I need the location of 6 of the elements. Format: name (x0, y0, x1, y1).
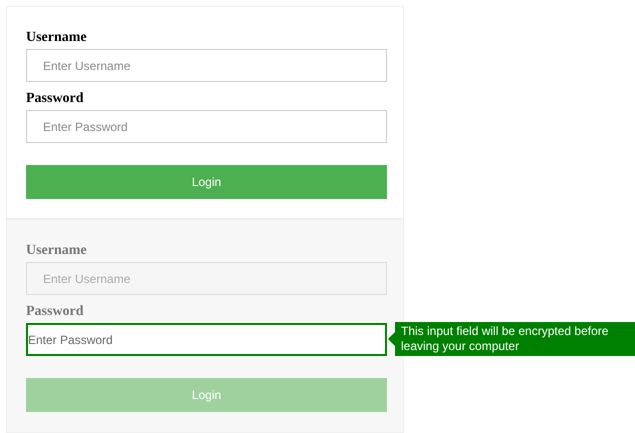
field-label: Username (26, 242, 88, 260)
field-label: Password (26, 303, 85, 321)
field-label: Username (26, 29, 88, 47)
field-label: Password (26, 90, 85, 108)
tooltip: This input field will be encrypted before leaving your computer (395, 322, 635, 356)
login-button[interactable]: Login (26, 165, 387, 199)
